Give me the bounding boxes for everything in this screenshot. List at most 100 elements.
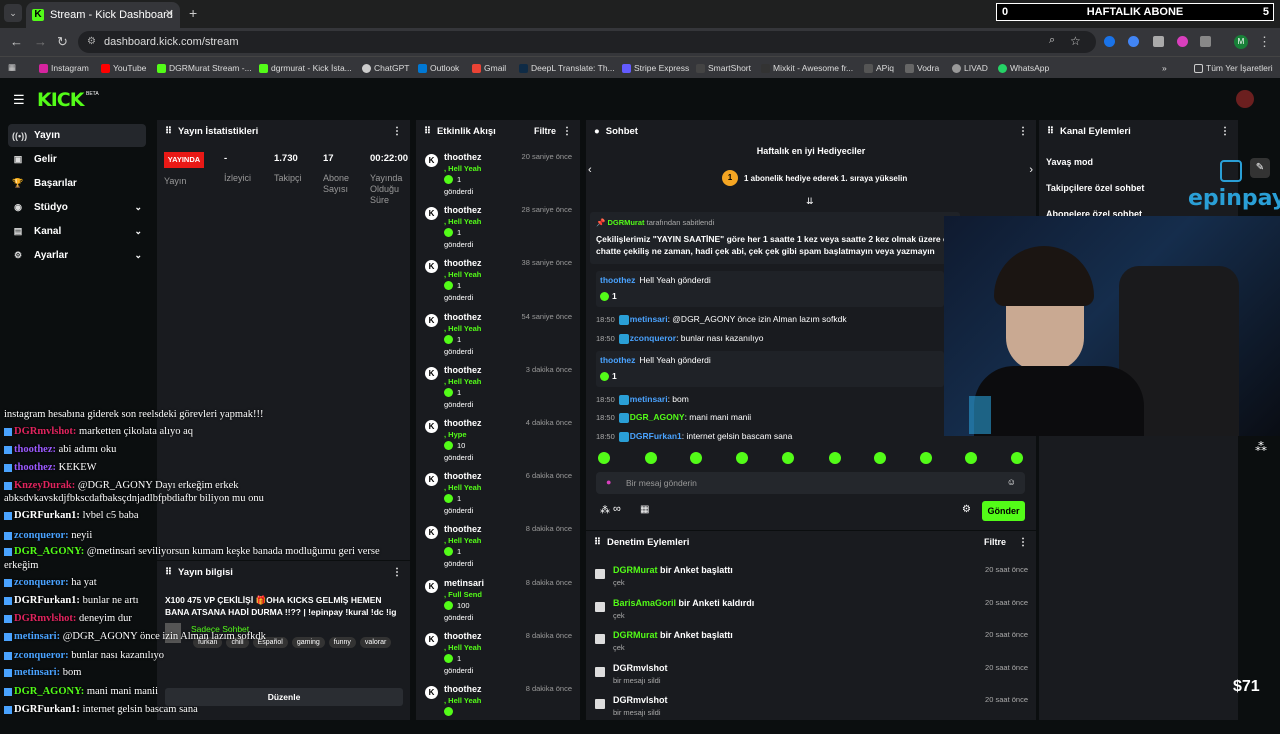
more-options-icon[interactable]: ⋮ [1220,126,1230,137]
chat-username[interactable]: thoothez [600,355,635,365]
bookmark-chatgpt[interactable]: ChatGPT [362,63,409,73]
zoom-icon[interactable]: ⌕ [1049,34,1055,47]
browser-tab[interactable]: K Stream - Kick Dashboard ✕ [26,2,180,28]
chat-username[interactable]: thoothez [600,275,635,285]
bookmark-dgrmurat-stream[interactable]: DGRMurat Stream -... [157,63,252,73]
event-user[interactable]: thoothez [444,524,482,534]
extension-icon[interactable] [1128,36,1139,47]
close-tab-icon[interactable]: ✕ [165,7,174,20]
emote-icon[interactable] [829,452,841,464]
chevron-right-icon[interactable]: › [1029,164,1033,176]
bookmark-smartshort[interactable]: SmartShort [696,63,751,73]
emoji-icon[interactable]: ☺ [1007,477,1016,487]
event-user[interactable]: metinsari [444,578,484,588]
emote-icon[interactable] [965,452,977,464]
sidebar-item-channel[interactable]: ▤ Kanal ⌄ [8,220,146,243]
moderation-username[interactable]: DGRmvlshot [613,663,668,673]
all-bookmarks[interactable]: Tüm Yer İşaretleri [1194,63,1273,73]
filter-button[interactable]: Filtre [984,537,1006,547]
tab-search-button[interactable]: ⌄ [4,4,22,22]
sidebar-item-studio[interactable]: ◉ Stüdyo ⌄ [8,196,146,219]
points-icon[interactable]: ⁂ [600,505,610,516]
sidebar-item-achievements[interactable]: 🏆 Başarılar [8,172,146,195]
user-avatar[interactable] [1236,90,1254,108]
bookmark-outlook[interactable]: Outlook [418,63,459,73]
moderation-username[interactable]: DGRMurat [613,630,658,640]
collapse-icon[interactable]: ⇊ [806,196,814,207]
forward-icon[interactable]: → [34,34,47,49]
chevron-left-icon[interactable]: ‹ [588,164,592,176]
event-user[interactable]: thoothez [444,471,482,481]
drag-handle-icon[interactable]: ⠿ [1047,126,1054,137]
browser-menu-icon[interactable]: ⋮ [1258,34,1271,50]
drag-handle-icon[interactable]: ⠿ [424,126,431,137]
moderation-username[interactable]: DGRMurat [613,565,658,575]
event-user[interactable]: thoothez [444,418,482,428]
edit-button[interactable]: Düzenle [165,688,403,706]
mic-icon[interactable]: ● [606,477,611,487]
chat-input[interactable]: ● Bir mesaj gönderin ☺ [596,472,1025,494]
bookmark-mixkit[interactable]: Mixkit - Awesome fr... [761,63,853,73]
send-button[interactable]: Gönder [982,501,1025,521]
bookmark-deepl[interactable]: DeepL Translate: Th... [519,63,615,73]
more-options-icon[interactable]: ⋮ [392,126,402,137]
event-user[interactable]: thoothez [444,631,482,641]
bookmark-youtube[interactable]: YouTube [101,63,146,73]
bookmark-livad[interactable]: LIVAD [952,63,988,73]
drag-handle-icon[interactable]: ⠿ [165,126,172,137]
emote-icon[interactable] [1011,452,1023,464]
drag-handle-icon[interactable]: ⠿ [165,567,172,578]
bookmark-star-icon[interactable]: ☆ [1070,34,1081,48]
chat-settings-icon[interactable]: ⚙ [962,504,971,515]
shield-icon[interactable] [1153,36,1164,47]
kick-logo[interactable]: KICK [37,89,84,111]
more-options-icon[interactable]: ⋮ [562,126,572,137]
site-info-icon[interactable]: ⚙ [87,31,96,53]
chat-username[interactable]: zconqueror [630,333,676,343]
emote-icon[interactable] [782,452,794,464]
more-options-icon[interactable]: ⋮ [1018,126,1028,137]
filter-button[interactable]: Filtre [534,126,556,136]
sidebar-item-stream[interactable]: ((•)) Yayın [8,124,146,147]
new-tab-button[interactable]: + [189,5,197,21]
bookmark-gmail[interactable]: Gmail [472,63,506,73]
back-icon[interactable]: ← [10,34,23,49]
moderation-username[interactable]: DGRmvlshot [613,695,668,705]
moderation-username[interactable]: BarisAmaGoril [613,598,676,608]
edit-pencil-icon[interactable]: ✎ [1250,158,1270,178]
store-icon[interactable]: ▦ [640,504,649,515]
drag-handle-icon[interactable]: ⠿ [594,537,601,548]
event-user[interactable]: thoothez [444,365,482,375]
bookmark-dgrmurat-kick[interactable]: dgrmurat - Kick İsta... [259,63,352,73]
bookmark-stripe[interactable]: Stripe Express [622,63,689,73]
bookmark-apiq[interactable]: APiq [864,63,894,73]
chat-username[interactable]: metinsari [630,394,668,404]
action-slow-mode[interactable]: Yavaş mod [1046,157,1093,167]
emote-icon[interactable] [645,452,657,464]
emote-icon[interactable] [920,452,932,464]
event-user[interactable]: thoothez [444,684,482,694]
apps-grid-icon[interactable]: ▦ [8,62,16,73]
bookmark-instagram[interactable]: Instagram [39,63,89,73]
menu-icon[interactable]: ☰ [13,92,25,108]
emote-icon[interactable] [736,452,748,464]
emote-icon[interactable] [874,452,886,464]
emote-icon[interactable] [690,452,702,464]
event-user[interactable]: thoothez [444,205,482,215]
extension-icon[interactable] [1104,36,1115,47]
chat-username[interactable]: metinsari [630,314,668,324]
reload-icon[interactable]: ↻ [57,34,68,50]
sidebar-item-settings[interactable]: ⚙ Ayarlar ⌄ [8,244,146,267]
event-user[interactable]: thoothez [444,152,482,162]
sidebar-item-revenue[interactable]: ▣ Gelir [8,148,146,171]
bookmark-whatsapp[interactable]: WhatsApp [998,63,1049,73]
profile-avatar[interactable]: M [1234,35,1248,49]
chat-username[interactable]: DGRFurkan1 [630,431,682,441]
extensions-puzzle-icon[interactable] [1200,36,1211,47]
event-user[interactable]: thoothez [444,258,482,268]
action-followers-only[interactable]: Takipçilere özel sohbet [1046,183,1144,193]
event-user[interactable]: thoothez [444,312,482,322]
more-bookmarks-icon[interactable]: » [1162,63,1167,73]
emote-icon[interactable] [598,452,610,464]
more-options-icon[interactable]: ⋮ [392,567,402,578]
